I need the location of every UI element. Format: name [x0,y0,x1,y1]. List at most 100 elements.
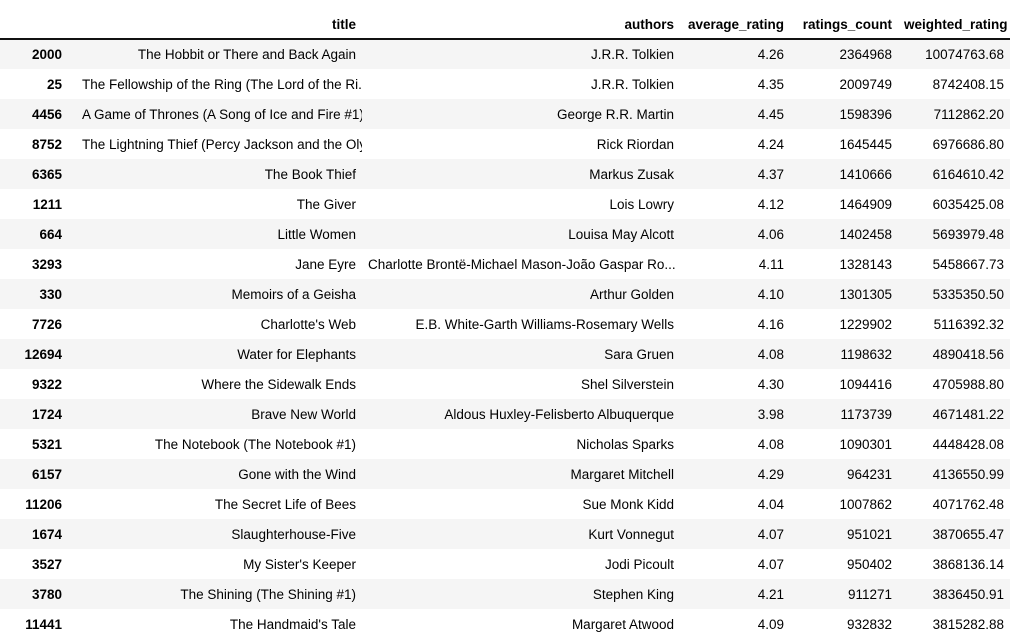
dataframe-table: title authors average_rating ratings_cou… [0,0,1010,639]
table-row[interactable]: 3293 Jane Eyre Charlotte Brontë-Michael Ma… [0,249,1010,279]
table-row[interactable]: 11206 The Secret Life of Bees Sue Monk Kid… [0,489,1010,519]
cell-average-rating: 4.24 [680,129,790,159]
column-header-weighted-rating[interactable]: weighted_rating [898,0,1010,39]
table-row[interactable]: 25 The Fellowship of the Ring (The Lord o… [0,69,1010,99]
cell-average-rating: 4.45 [680,99,790,129]
cell-average-rating: 4.30 [680,369,790,399]
cell-weighted-rating: 3815282.88 [898,609,1010,639]
cell-title: The Lightning Thief (Percy Jackson and t… [76,129,362,159]
cell-title: The Handmaid's Tale [76,609,362,639]
cell-title: The Giver [76,189,362,219]
cell-ratings-count: 1090301 [790,429,898,459]
cell-authors: E.B. White-Garth Williams-Rosemary Wells [362,309,680,339]
cell-ratings-count: 1410666 [790,159,898,189]
cell-average-rating: 4.10 [680,279,790,309]
row-index: 7726 [0,309,76,339]
column-header-authors[interactable]: authors [362,0,680,39]
cell-title: Memoirs of a Geisha [76,279,362,309]
cell-ratings-count: 1198632 [790,339,898,369]
row-index: 1724 [0,399,76,429]
cell-weighted-rating: 4890418.56 [898,339,1010,369]
row-index: 3780 [0,579,76,609]
cell-title: Water for Elephants [76,339,362,369]
cell-title: Gone with the Wind [76,459,362,489]
cell-authors: Sara Gruen [362,339,680,369]
cell-average-rating: 4.07 [680,549,790,579]
table-header: title authors average_rating ratings_cou… [0,0,1010,39]
cell-title: The Secret Life of Bees [76,489,362,519]
cell-title: The Fellowship of the Ring (The Lord of … [76,69,362,99]
cell-weighted-rating: 8742408.15 [898,69,1010,99]
row-index: 9322 [0,369,76,399]
cell-authors: Charlotte Brontë-Michael Mason-João Gasp… [362,249,680,279]
row-index: 11441 [0,609,76,639]
table-row[interactable]: 1674 Slaughterhouse-Five Kurt Vonnegut 4.07… [0,519,1010,549]
row-index: 330 [0,279,76,309]
cell-ratings-count: 2009749 [790,69,898,99]
cell-authors: Jodi Picoult [362,549,680,579]
cell-authors: Markus Zusak [362,159,680,189]
cell-authors: Nicholas Sparks [362,429,680,459]
row-index: 11206 [0,489,76,519]
table-row[interactable]: 1724 Brave New World Aldous Huxley-Felisbe… [0,399,1010,429]
cell-weighted-rating: 4071762.48 [898,489,1010,519]
cell-average-rating: 4.07 [680,519,790,549]
cell-weighted-rating: 5458667.73 [898,249,1010,279]
cell-average-rating: 4.12 [680,189,790,219]
cell-average-rating: 4.06 [680,219,790,249]
table-row[interactable]: 5321 The Notebook (The Notebook #1) Nichol… [0,429,1010,459]
table-row[interactable]: 8752 The Lightning Thief (Percy Jackson a… [0,129,1010,159]
cell-authors: Arthur Golden [362,279,680,309]
table-row[interactable]: 6365 The Book Thief Markus Zusak 4.37 141066… [0,159,1010,189]
table-row[interactable]: 7726 Charlotte's Web E.B. White-Garth Will… [0,309,1010,339]
table-row[interactable]: 9322 Where the Sidewalk Ends Shel Silverst… [0,369,1010,399]
cell-authors: George R.R. Martin [362,99,680,129]
cell-weighted-rating: 5693979.48 [898,219,1010,249]
cell-average-rating: 4.04 [680,489,790,519]
table-row[interactable]: 6157 Gone with the Wind Margaret Mitchell 4… [0,459,1010,489]
cell-weighted-rating: 4448428.08 [898,429,1010,459]
column-header-average-rating[interactable]: average_rating [680,0,790,39]
cell-average-rating: 4.08 [680,429,790,459]
cell-average-rating: 4.26 [680,39,790,69]
table-row[interactable]: 11441 The Handmaid's Tale Margaret Atwood 4… [0,609,1010,639]
cell-authors: J.R.R. Tolkien [362,39,680,69]
cell-weighted-rating: 6035425.08 [898,189,1010,219]
row-index: 5321 [0,429,76,459]
table-row[interactable]: 1211 The Giver Lois Lowry 4.12 1464909 603542… [0,189,1010,219]
table-body: 2000 The Hobbit or There and Back Again J.… [0,39,1010,639]
table-row[interactable]: 330 Memoirs of a Geisha Arthur Golden 4.10 1… [0,279,1010,309]
cell-authors: Rick Riordan [362,129,680,159]
cell-ratings-count: 2364968 [790,39,898,69]
cell-average-rating: 4.08 [680,339,790,369]
cell-weighted-rating: 4136550.99 [898,459,1010,489]
cell-ratings-count: 1229902 [790,309,898,339]
table-row[interactable]: 4456 A Game of Thrones (A Song of Ice and… [0,99,1010,129]
table-row[interactable]: 664 Little Women Louisa May Alcott 4.06 1402… [0,219,1010,249]
cell-title: The Notebook (The Notebook #1) [76,429,362,459]
column-header-ratings-count[interactable]: ratings_count [790,0,898,39]
cell-title: Jane Eyre [76,249,362,279]
cell-weighted-rating: 6976686.80 [898,129,1010,159]
table-row[interactable]: 3780 The Shining (The Shining #1) Stephen … [0,579,1010,609]
cell-authors: Shel Silverstein [362,369,680,399]
row-index: 664 [0,219,76,249]
row-index: 6365 [0,159,76,189]
cell-ratings-count: 1328143 [790,249,898,279]
cell-ratings-count: 1173739 [790,399,898,429]
cell-weighted-rating: 6164610.42 [898,159,1010,189]
cell-authors: Sue Monk Kidd [362,489,680,519]
row-index: 4456 [0,99,76,129]
column-header-title[interactable]: title [76,0,362,39]
row-index: 1211 [0,189,76,219]
table-row[interactable]: 3527 My Sister's Keeper Jodi Picoult 4.07 95… [0,549,1010,579]
cell-ratings-count: 1094416 [790,369,898,399]
cell-ratings-count: 1402458 [790,219,898,249]
cell-title: Little Women [76,219,362,249]
cell-ratings-count: 951021 [790,519,898,549]
table-row[interactable]: 2000 The Hobbit or There and Back Again J.… [0,39,1010,69]
cell-ratings-count: 1464909 [790,189,898,219]
cell-average-rating: 4.35 [680,69,790,99]
cell-title: Brave New World [76,399,362,429]
table-row[interactable]: 12694 Water for Elephants Sara Gruen 4.08 11… [0,339,1010,369]
